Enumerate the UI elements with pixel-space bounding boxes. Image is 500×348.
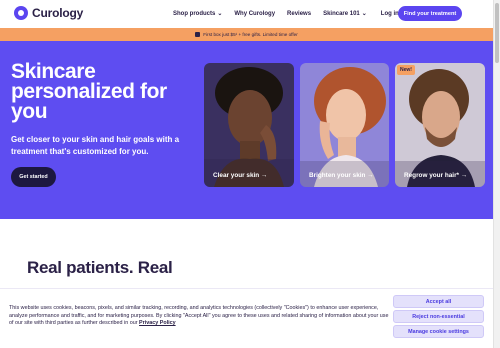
portrait-image-woman-dark-skin (204, 63, 294, 187)
manage-cookie-settings-button[interactable]: Manage cookie settings (393, 325, 484, 338)
chevron-down-icon: ⌄ (361, 11, 367, 17)
nav-skincare-101-label: Skincare 101 (323, 10, 360, 17)
page-scrollbar[interactable] (493, 0, 500, 348)
find-your-treatment-button[interactable]: Find your treatment (398, 6, 462, 21)
nav-reviews-label: Reviews (287, 10, 312, 17)
logo-text: Curology (32, 6, 84, 20)
accept-all-button[interactable]: Accept all (393, 295, 484, 308)
card-clear-skin[interactable]: Clear your skin → (204, 63, 294, 187)
portrait-image-woman-red-hair (300, 63, 389, 187)
gift-icon (195, 32, 201, 37)
get-started-button[interactable]: Get started (11, 167, 56, 187)
cookie-text-body: This website uses cookies, beacons, pixe… (9, 305, 389, 326)
hero-section: Skincare personalized for you Get closer… (0, 41, 493, 219)
chevron-down-icon: ⌄ (217, 11, 223, 17)
nav-skincare-101[interactable]: Skincare 101 ⌄ (323, 10, 367, 18)
site-header: Curology Shop products ⌄ Why Curology Re… (0, 0, 493, 27)
card-clear-skin-label: Clear your skin → (213, 172, 268, 179)
promo-text: First box just $5¹ + free gifts. Limited… (203, 32, 298, 37)
card-brighten-skin[interactable]: Brighten your skin → (300, 63, 389, 187)
cookie-text: This website uses cookies, beacons, pixe… (9, 305, 392, 328)
nav-why-curology-label: Why Curology (234, 10, 276, 17)
nav-log-in-label: Log in (380, 10, 399, 17)
scrollbar-thumb[interactable] (495, 3, 499, 63)
nav-log-in[interactable]: Log in (381, 11, 399, 17)
nav-shop-products-label: Shop products (173, 10, 216, 17)
portrait-image-man-long-hair (395, 63, 485, 187)
hero-subtitle: Get closer to your skin and hair goals w… (11, 135, 180, 156)
card-regrow-hair[interactable]: New! Regrow your hair* → (395, 63, 485, 187)
curology-logo[interactable]: Curology (14, 6, 83, 20)
hero-title: Skincare personalized for you (11, 60, 167, 123)
section-heading: Real patients. Real (27, 258, 173, 277)
logo-icon (14, 6, 28, 20)
main-nav: Shop products ⌄ Why Curology Reviews Ski… (173, 0, 399, 27)
card-regrow-hair-label: Regrow your hair* → (404, 172, 468, 179)
cookie-banner: This website uses cookies, beacons, pixe… (0, 288, 493, 348)
promo-banner[interactable]: First box just $5¹ + free gifts. Limited… (0, 28, 493, 41)
card-brighten-skin-label: Brighten your skin → (309, 172, 374, 179)
nav-shop-products[interactable]: Shop products ⌄ (173, 10, 223, 18)
privacy-policy-link[interactable]: Privacy Policy (139, 320, 176, 326)
reject-non-essential-button[interactable]: Reject non-essential (393, 310, 484, 323)
new-badge: New! (397, 65, 415, 75)
nav-why-curology[interactable]: Why Curology (234, 11, 275, 17)
nav-reviews[interactable]: Reviews (287, 11, 311, 17)
